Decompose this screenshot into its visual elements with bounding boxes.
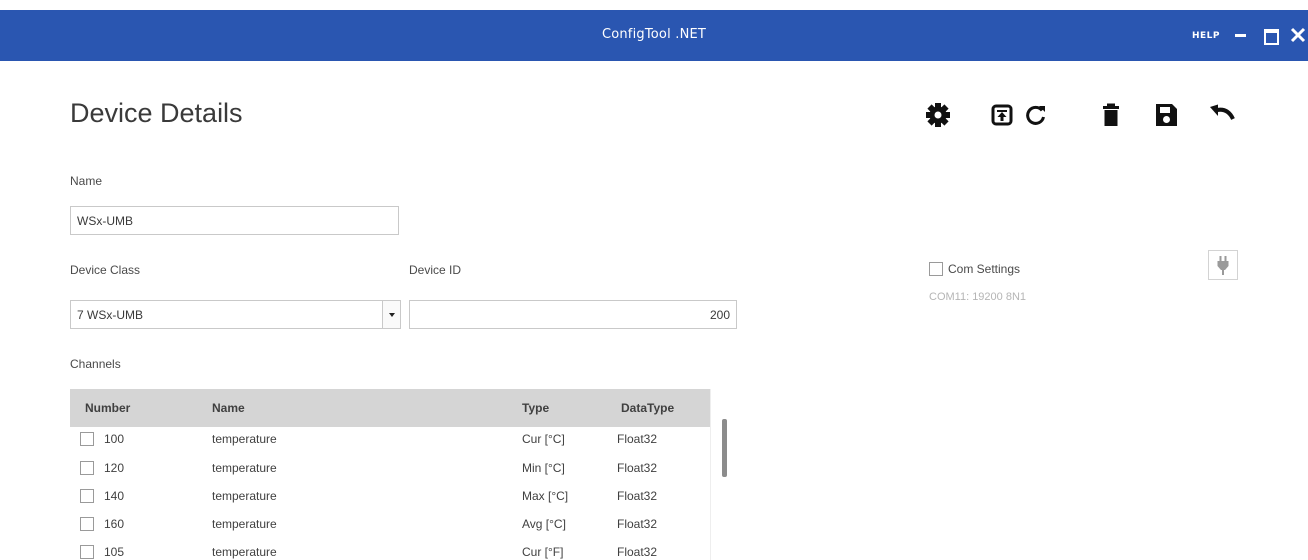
cell-number: 105 — [104, 545, 125, 559]
upload-icon — [991, 104, 1013, 126]
com-settings-checkbox[interactable] — [929, 261, 943, 276]
close-button[interactable] — [1287, 24, 1308, 46]
delete-button[interactable] — [1094, 98, 1128, 132]
minimize-button[interactable] — [1230, 24, 1252, 46]
device-id-input[interactable]: 200 — [409, 300, 737, 329]
scrollbar-thumb[interactable] — [722, 419, 727, 477]
cell-datatype: Float32 — [617, 489, 658, 503]
name-label: Name — [70, 174, 103, 188]
chevron-down-icon[interactable] — [382, 301, 400, 328]
com-status-text: COM11: 19200 8N1 — [929, 291, 1027, 303]
table-row[interactable]: 100 temperature Cur [°C] Float32 — [70, 429, 710, 451]
save-icon — [1156, 104, 1177, 126]
column-header-datatype[interactable]: DataType — [621, 401, 674, 415]
cell-type: Max [°C] — [522, 489, 569, 503]
cell-datatype: Float32 — [617, 545, 658, 559]
save-button[interactable] — [1149, 98, 1183, 132]
cell-name: temperature — [212, 432, 277, 446]
plug-icon — [1217, 256, 1229, 275]
settings-button[interactable] — [921, 98, 955, 132]
cell-datatype: Float32 — [617, 461, 658, 475]
name-input[interactable]: WSx-UMB — [70, 206, 399, 235]
channels-table: Number Name Type DataType 100 temperatur… — [70, 389, 738, 560]
com-settings-label: Com Settings — [948, 261, 1021, 276]
refresh-icon — [1026, 105, 1045, 125]
row-checkbox[interactable] — [80, 517, 94, 531]
cell-name: temperature — [212, 489, 277, 503]
window-title: ConfigTool .NET — [601, 27, 707, 42]
column-header-name[interactable]: Name — [212, 401, 245, 415]
upload-button[interactable] — [985, 98, 1019, 132]
cell-datatype: Float32 — [617, 432, 658, 446]
device-id-label: Device ID — [409, 263, 462, 277]
column-header-number[interactable]: Number — [85, 401, 130, 415]
cell-number: 140 — [104, 489, 125, 503]
page-title: Device Details — [70, 98, 243, 128]
undo-button[interactable] — [1204, 98, 1238, 132]
cell-type: Avg [°C] — [522, 517, 566, 531]
row-checkbox[interactable] — [80, 545, 94, 559]
cell-number: 120 — [104, 461, 125, 475]
row-checkbox[interactable] — [80, 432, 94, 446]
device-class-label: Device Class — [70, 263, 141, 277]
help-button[interactable]: HELP — [1192, 31, 1220, 41]
cell-number: 100 — [104, 432, 125, 446]
connect-button[interactable] — [1208, 250, 1238, 280]
device-class-value: 7 WSx-UMB — [77, 308, 143, 322]
table-scrollbar[interactable] — [710, 389, 738, 560]
cell-type: Cur [°C] — [522, 432, 565, 446]
table-row[interactable]: 105 temperature Cur [°F] Float32 — [70, 542, 710, 560]
table-row[interactable]: 160 temperature Avg [°C] Float32 — [70, 514, 710, 536]
maximize-button[interactable] — [1259, 24, 1281, 46]
table-row[interactable]: 140 temperature Max [°C] Float32 — [70, 486, 710, 508]
cell-name: temperature — [212, 461, 277, 475]
title-bar: ConfigTool .NET HELP — [0, 10, 1308, 61]
refresh-button[interactable] — [1019, 98, 1053, 132]
column-header-type[interactable]: Type — [522, 401, 549, 415]
cell-type: Min [°C] — [522, 461, 565, 475]
cell-datatype: Float32 — [617, 517, 658, 531]
cell-name: temperature — [212, 545, 277, 559]
table-header: Number Name Type DataType — [70, 389, 710, 427]
cell-type: Cur [°F] — [522, 545, 564, 559]
row-checkbox[interactable] — [80, 489, 94, 503]
cell-name: temperature — [212, 517, 277, 531]
com-settings-toggle[interactable]: Com Settings — [929, 261, 1020, 276]
close-icon — [1290, 27, 1306, 43]
row-checkbox[interactable] — [80, 461, 94, 475]
channels-label: Channels — [70, 357, 121, 371]
undo-icon — [1210, 104, 1235, 120]
trash-icon — [1103, 103, 1119, 126]
device-class-select[interactable]: 7 WSx-UMB — [70, 300, 401, 329]
gear-icon — [926, 103, 950, 127]
cell-number: 160 — [104, 517, 125, 531]
table-row[interactable]: 120 temperature Min [°C] Float32 — [70, 458, 710, 480]
